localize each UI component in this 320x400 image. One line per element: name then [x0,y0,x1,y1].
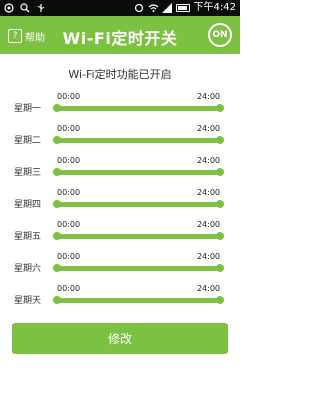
title-bar: ? 帮助 Wi-Fi定时开关 ON [0,16,240,54]
schedule-row-tuesday[interactable]: 星期二 00:00 24:00 [0,124,240,154]
end-time: 24:00 [196,252,220,261]
page-title: Wi-Fi定时开关 [62,29,178,48]
status-time: 下午4:42 [193,2,236,13]
schedule-row-thursday[interactable]: 星期四 00:00 24:00 [0,188,240,218]
time-range-bar[interactable] [55,202,220,207]
time-range-bar[interactable] [55,298,220,303]
start-time: 00:00 [57,220,81,229]
end-time: 24:00 [196,124,220,133]
timer-status-message: Wi-Fi定时功能已开启 [68,68,172,81]
end-handle[interactable] [216,136,224,144]
signal-icon [161,3,172,13]
schedule-row-saturday[interactable]: 星期六 00:00 24:00 [0,252,240,282]
search-icon [20,3,30,13]
end-handle[interactable] [216,232,224,240]
end-time: 24:00 [196,284,220,293]
time-range-bar[interactable] [55,170,220,175]
sync-icon [134,3,144,13]
schedule-row-monday[interactable]: 星期一 00:00 24:00 [0,92,240,122]
start-handle[interactable] [53,136,61,144]
end-handle[interactable] [216,296,224,304]
start-handle[interactable] [53,168,61,176]
modify-button[interactable]: 修改 [12,323,228,354]
start-handle[interactable] [53,296,61,304]
time-range-bar[interactable] [55,138,220,143]
day-label: 星期天 [14,296,42,306]
status-bar: 下午4:42 [0,0,240,16]
start-time: 00:00 [57,92,81,101]
wifi-icon [148,3,158,13]
wifi-timer-toggle[interactable]: ON [208,23,232,47]
start-time: 00:00 [57,252,81,261]
day-label: 星期二 [14,136,42,146]
battery-icon [175,4,190,12]
usb-icon [36,3,46,13]
day-label: 星期三 [14,168,42,178]
end-handle[interactable] [216,168,224,176]
end-time: 24:00 [196,220,220,229]
day-label: 星期一 [14,104,42,114]
time-range-bar[interactable] [55,106,220,111]
day-label: 星期四 [14,200,42,210]
end-time: 24:00 [196,188,220,197]
start-handle[interactable] [53,200,61,208]
end-time: 24:00 [196,156,220,165]
start-handle[interactable] [53,232,61,240]
start-time: 00:00 [57,124,81,133]
start-time: 00:00 [57,188,81,197]
end-handle[interactable] [216,264,224,272]
end-time: 24:00 [196,92,220,101]
time-range-bar[interactable] [55,266,220,271]
end-handle[interactable] [216,104,224,112]
schedule-row-friday[interactable]: 星期五 00:00 24:00 [0,220,240,250]
time-range-bar[interactable] [55,234,220,239]
day-label: 星期五 [14,232,42,242]
day-label: 星期六 [14,264,42,274]
android-icon [4,3,14,13]
schedule-row-wednesday[interactable]: 星期三 00:00 24:00 [0,156,240,186]
start-handle[interactable] [53,264,61,272]
end-handle[interactable] [216,200,224,208]
start-handle[interactable] [53,104,61,112]
start-time: 00:00 [57,156,81,165]
schedule-row-sunday[interactable]: 星期天 00:00 24:00 [0,284,240,314]
start-time: 00:00 [57,284,81,293]
